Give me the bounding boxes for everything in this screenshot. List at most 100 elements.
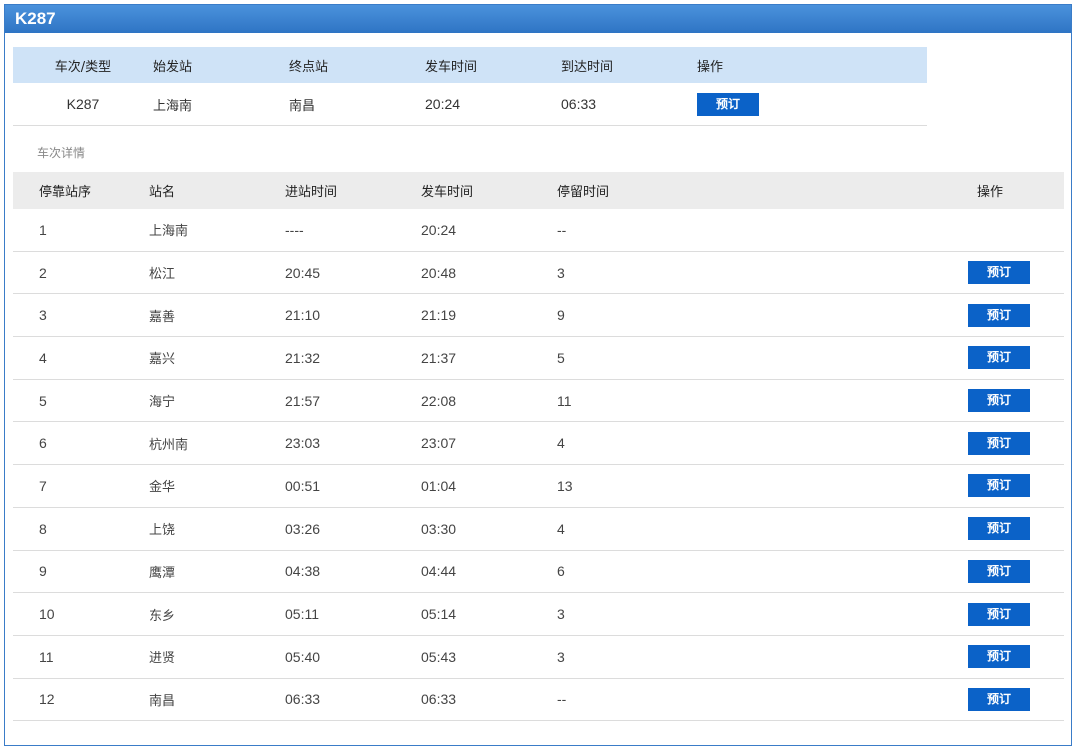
summary-header-row: 车次/类型 始发站 终点站 发车时间 到达时间 操作 xyxy=(13,47,927,83)
stop-seq: 12 xyxy=(39,691,55,708)
stop-arrive: ---- xyxy=(285,221,304,238)
stop-seq: 10 xyxy=(39,606,55,623)
stop-station: 鹰潭 xyxy=(149,565,176,581)
stops-header-action: 操作 xyxy=(977,185,1004,200)
stops-header-depart: 发车时间 xyxy=(421,185,474,200)
book-button[interactable]: 预订 xyxy=(968,474,1030,498)
stop-seq: 4 xyxy=(39,349,47,366)
stop-action-cell: 预订 xyxy=(857,645,1064,669)
stop-depart: 20:24 xyxy=(421,221,457,238)
book-button[interactable]: 预订 xyxy=(968,261,1030,285)
summary-header-destination: 终点站 xyxy=(289,59,329,75)
stop-stay: 11 xyxy=(557,392,572,409)
summary-header-action: 操作 xyxy=(697,59,724,75)
summary-destination: 南昌 xyxy=(289,98,316,114)
stop-depart: 01:04 xyxy=(421,477,457,494)
stop-seq: 6 xyxy=(39,435,47,452)
table-row: 8 上饶 03:26 03:30 4 预订 xyxy=(13,508,1064,551)
stops-header-stay: 停留时间 xyxy=(557,185,610,200)
summary-action-cell: 预订 xyxy=(697,92,817,116)
stop-stay: 6 xyxy=(557,563,565,580)
book-button[interactable]: 预订 xyxy=(968,645,1030,669)
stops-body: 1 上海南 ---- 20:24 -- 2 松江 20:45 20:48 3 预订 3 嘉善 21:10 2… xyxy=(13,209,1064,722)
stop-depart: 04:44 xyxy=(421,563,457,580)
summary-depart: 20:24 xyxy=(425,96,461,112)
stop-depart: 21:37 xyxy=(421,349,457,366)
stop-depart: 20:48 xyxy=(421,264,457,281)
summary-header-train: 车次/类型 xyxy=(54,59,112,75)
summary-origin: 上海南 xyxy=(153,98,193,114)
book-button[interactable]: 预订 xyxy=(968,346,1030,370)
stop-station: 上海南 xyxy=(149,224,189,240)
stop-seq: 1 xyxy=(39,221,47,238)
table-row: 11 进贤 05:40 05:43 3 预订 xyxy=(13,636,1064,679)
table-row: 1 上海南 ---- 20:24 -- xyxy=(13,209,1064,252)
stop-arrive: 21:10 xyxy=(285,307,321,324)
stop-depart: 03:30 xyxy=(421,520,457,537)
stop-stay: 5 xyxy=(557,349,565,366)
stop-depart: 22:08 xyxy=(421,392,457,409)
book-button[interactable]: 预订 xyxy=(968,389,1030,413)
stop-depart: 05:43 xyxy=(421,648,457,665)
table-row: 6 杭州南 23:03 23:07 4 预订 xyxy=(13,422,1064,466)
stops-table: 停靠站序 站名 进站时间 发车时间 停留时间 操作 1 上海南 ---- 20:24-… xyxy=(13,172,1064,722)
section-label: 车次详情 xyxy=(37,146,86,160)
stop-action-cell: 预订 xyxy=(857,687,1064,711)
table-row: 4 嘉兴 21:32 21:37 5 预订 xyxy=(13,337,1064,380)
stop-action-cell: 预订 xyxy=(857,474,1064,498)
stop-seq: 2 xyxy=(39,264,47,281)
stop-stay: 3 xyxy=(557,264,565,281)
table-row: 12 南昌 06:33 06:33 -- 预订 xyxy=(13,679,1064,722)
stop-action-cell: 预订 xyxy=(857,346,1064,370)
stop-arrive: 06:33 xyxy=(285,691,321,708)
stop-station: 金华 xyxy=(149,480,176,496)
book-button[interactable]: 预订 xyxy=(968,517,1030,541)
stop-station: 嘉善 xyxy=(149,309,176,325)
stop-depart: 06:33 xyxy=(421,691,457,708)
stop-seq: 7 xyxy=(39,477,47,494)
stop-seq: 8 xyxy=(39,520,47,537)
stop-stay: 9 xyxy=(557,307,565,324)
table-row: 7 金华 00:51 01:04 13 预订 xyxy=(13,465,1064,508)
stop-station: 进贤 xyxy=(149,651,176,667)
train-title: K287 xyxy=(5,5,1071,33)
summary-train-no: K287 xyxy=(66,96,100,112)
table-row: 10 东乡 05:11 05:14 3 预订 xyxy=(13,593,1064,636)
stop-arrive: 05:40 xyxy=(285,648,321,665)
stop-arrive: 20:45 xyxy=(285,264,321,281)
stop-arrive: 04:38 xyxy=(285,563,321,580)
book-button[interactable]: 预订 xyxy=(968,559,1030,583)
stops-header-station: 站名 xyxy=(149,185,176,200)
table-row: 3 嘉善 21:10 21:19 9 预订 xyxy=(13,294,1064,338)
stop-station: 杭州南 xyxy=(149,437,189,453)
summary-row: K287 上海南 南昌 20:24 06:33 预订 xyxy=(13,83,927,126)
stop-station: 嘉兴 xyxy=(149,352,176,368)
stop-seq: 9 xyxy=(39,563,47,580)
book-button[interactable]: 预订 xyxy=(697,92,759,116)
stop-action-cell: 预订 xyxy=(857,602,1064,626)
train-summary-table: 车次/类型 始发站 终点站 发车时间 到达时间 操作 K287 上海南 南昌 2… xyxy=(13,47,927,126)
book-button[interactable]: 预订 xyxy=(968,687,1030,711)
stops-header-row: 停靠站序 站名 进站时间 发车时间 停留时间 操作 xyxy=(13,172,1064,209)
stop-action-cell: 预订 xyxy=(857,389,1064,413)
stop-seq: 3 xyxy=(39,307,47,324)
book-button[interactable]: 预订 xyxy=(968,303,1030,327)
stop-action-cell: 预订 xyxy=(857,559,1064,583)
stop-stay: 3 xyxy=(557,648,565,665)
stop-seq: 11 xyxy=(39,648,54,665)
train-detail-panel: K287 车次/类型 始发站 终点站 发车时间 到达时间 操作 K287 上海南… xyxy=(4,4,1072,746)
stop-stay: 13 xyxy=(557,477,573,494)
book-button[interactable]: 预订 xyxy=(968,431,1030,455)
stops-header-arrive: 进站时间 xyxy=(285,185,338,200)
stop-station: 海宁 xyxy=(149,395,176,411)
book-button[interactable]: 预订 xyxy=(968,602,1030,626)
stops-header-seq: 停靠站序 xyxy=(39,185,92,200)
stop-station: 南昌 xyxy=(149,693,176,709)
stop-arrive: 23:03 xyxy=(285,435,321,452)
summary-header-depart: 发车时间 xyxy=(425,59,478,75)
stop-action-cell: 预订 xyxy=(857,431,1064,455)
stop-arrive: 05:11 xyxy=(285,606,319,623)
stop-depart: 05:14 xyxy=(421,606,457,623)
summary-header-origin: 始发站 xyxy=(153,59,193,75)
stop-action-cell: 预订 xyxy=(857,517,1064,541)
